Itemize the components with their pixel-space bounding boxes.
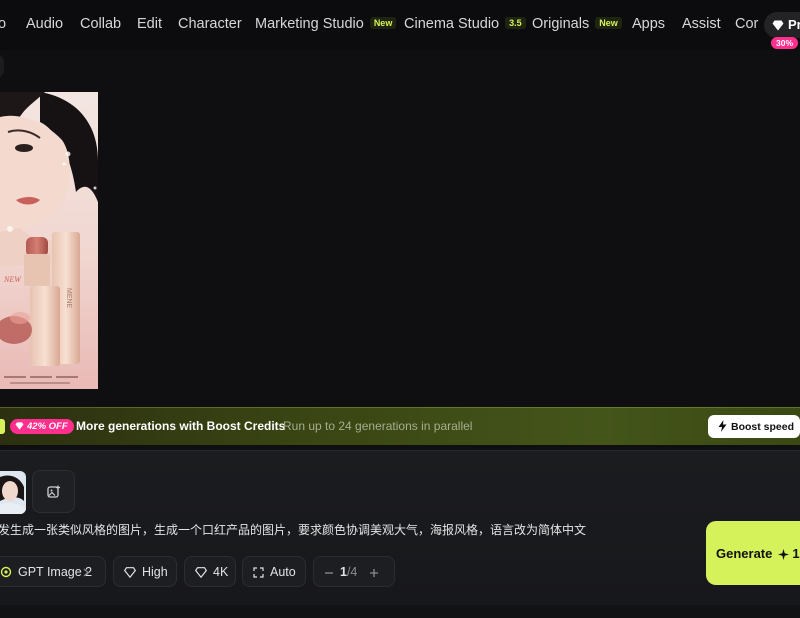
image-add-icon [47, 485, 60, 498]
reference-image [0, 471, 26, 514]
nav-item-cinema-studio[interactable]: Cinema Studio 3.5 [404, 16, 526, 32]
nav-item-partial[interactable]: o [0, 16, 6, 32]
resolution-label: 4K [213, 565, 229, 579]
boost-speed-button[interactable]: Boost speed [708, 415, 800, 438]
generate-cost: 1 [792, 546, 800, 561]
nav-item-label: Marketing Studio [255, 16, 364, 32]
diamond-icon [123, 567, 137, 579]
poster-product-text: MENE [65, 288, 72, 309]
generated-image[interactable]: NEW MENE [0, 92, 98, 389]
nav-item-audio[interactable]: Audio [26, 16, 63, 32]
reference-image-thumbnail[interactable] [0, 471, 26, 514]
quality-selector[interactable]: High [113, 556, 177, 587]
diamond-icon [772, 20, 784, 31]
nav-item-character[interactable]: Character [178, 16, 242, 32]
version-badge: 3.5 [505, 17, 526, 29]
aspect-ratio-selector[interactable]: Auto [242, 556, 306, 587]
sparkle-icon [778, 549, 790, 560]
new-badge: New [369, 17, 397, 29]
chevron-right-icon [83, 568, 89, 577]
promo-discount-badge: 42% OFF [10, 419, 74, 434]
generate-label: Generate [716, 546, 773, 561]
lightning-icon [718, 420, 727, 432]
quality-label: High [142, 565, 168, 579]
nav-item-assist[interactable]: Assist [682, 16, 721, 32]
nav-item-label: Cinema Studio [404, 16, 500, 32]
nav-item-apps[interactable]: Apps [632, 16, 665, 32]
top-nav: o Audio Collab Edit Character Marketing … [0, 0, 800, 50]
bottom-bar [0, 605, 800, 618]
openai-icon [0, 566, 12, 578]
lipstick-poster-illustration: NEW MENE [0, 92, 98, 389]
expand-icon [253, 567, 264, 578]
diamond-icon [194, 567, 208, 579]
boost-promo-banner: 42% OFF More generations with Boost Cred… [0, 407, 800, 445]
promo-subtitle: Run up to 24 generations in parallel [283, 419, 473, 433]
nav-item-originals[interactable]: Originals New [532, 16, 622, 32]
poster-watermark: NEW [3, 275, 22, 284]
nav-item-cor[interactable]: Cor [735, 16, 758, 32]
discount-badge: 30% [771, 37, 799, 49]
promo-accent-marker [0, 419, 5, 434]
promo-title: More generations with Boost Credits [76, 419, 286, 433]
promo-discount-label: 42% OFF [27, 421, 68, 432]
model-selector[interactable]: GPT Image 2 [0, 556, 106, 587]
batch-count-stepper: 1/4 [313, 556, 395, 587]
back-button[interactable] [0, 54, 4, 78]
pricing-button[interactable]: Pri [764, 12, 800, 38]
boost-speed-label: Boost speed [731, 421, 795, 433]
aspect-label: Auto [270, 565, 296, 579]
nav-item-collab[interactable]: Collab [80, 16, 121, 32]
generate-button[interactable]: Generate 1 [706, 521, 800, 585]
add-image-button[interactable] [32, 470, 75, 513]
count-total: /4 [346, 565, 358, 579]
minus-icon[interactable] [324, 568, 334, 578]
resolution-selector[interactable]: 4K [184, 556, 236, 587]
pricing-label: Pri [788, 17, 800, 32]
plus-icon[interactable] [369, 568, 379, 578]
model-label: GPT Image 2 [18, 565, 93, 579]
nav-item-marketing-studio[interactable]: Marketing Studio New [255, 16, 397, 32]
new-badge: New [595, 17, 622, 29]
nav-item-edit[interactable]: Edit [137, 16, 162, 32]
prompt-input[interactable]: 发生成一张类似风格的图片，生成一个口红产品的图片，要求颜色协调美观大气，海报风格… [0, 521, 586, 538]
count-current: 1 [340, 565, 347, 579]
nav-item-label: Originals [532, 16, 590, 32]
diamond-icon [15, 422, 24, 430]
